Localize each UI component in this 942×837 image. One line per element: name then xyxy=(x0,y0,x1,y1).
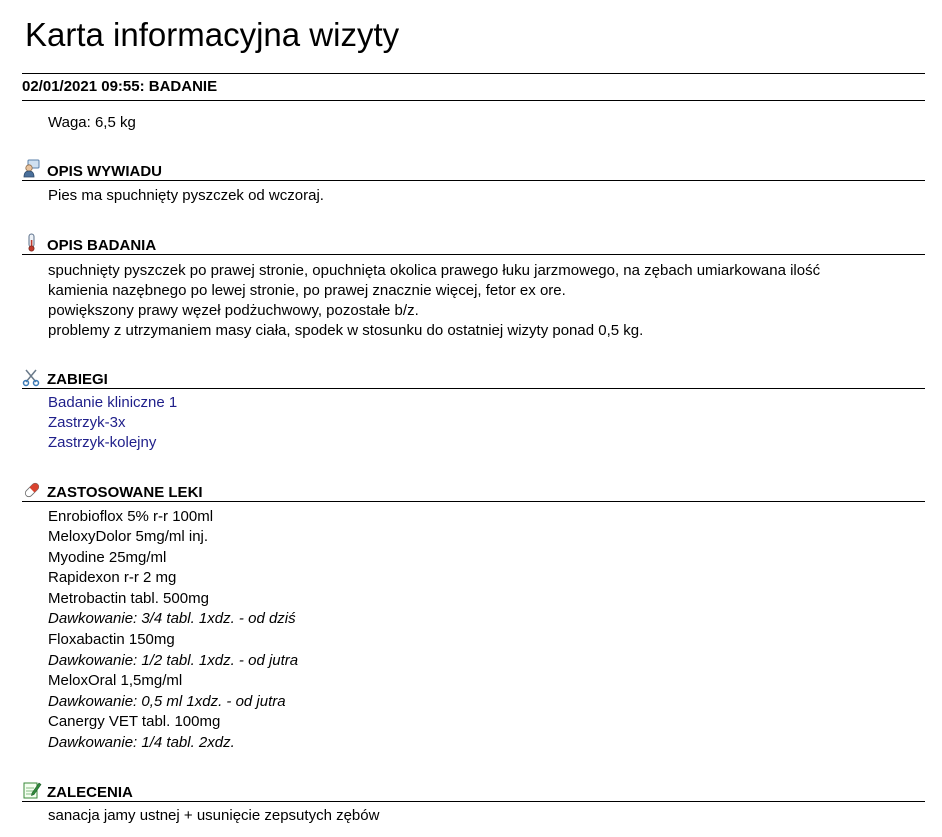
procedure-link[interactable]: Zastrzyk-kolejny xyxy=(48,433,156,453)
section-procedures-header: ZABIEGI xyxy=(22,367,925,389)
note-pencil-icon xyxy=(23,782,42,799)
section-procedures-title: ZABIEGI xyxy=(47,371,108,388)
page-title: Karta informacyjna wizyty xyxy=(25,16,400,53)
section-interview-header: OPIS WYWIADU xyxy=(22,159,925,181)
drug-dosage: Dawkowanie: 0,5 ml 1xdz. - od jutra xyxy=(48,693,286,710)
drug-item: Rapidexon r-r 2 mg xyxy=(48,569,177,586)
section-drugs-title: ZASTOSOWANE LEKI xyxy=(47,484,203,501)
examination-line: powiększony prawy węzeł podżuchwowy, poz… xyxy=(48,302,419,319)
pill-icon xyxy=(24,482,40,498)
examination-line: problemy z utrzymaniem masy ciała, spode… xyxy=(48,322,644,339)
section-drugs-header: ZASTOSOWANE LEKI xyxy=(22,480,925,502)
section-recommendations-title: ZALECENIA xyxy=(47,784,133,801)
examination-line: spuchnięty pyszczek po prawej stronie, o… xyxy=(48,262,821,279)
drug-dosage: Dawkowanie: 3/4 tabl. 1xdz. - od dziś xyxy=(48,610,296,627)
procedure-link[interactable]: Zastrzyk-3x xyxy=(48,413,126,433)
drug-dosage: Dawkowanie: 1/2 tabl. 1xdz. - od jutra xyxy=(48,652,299,669)
drug-item: MeloxyDolor 5mg/ml inj. xyxy=(48,528,209,545)
drug-item: Metrobactin tabl. 500mg xyxy=(48,590,209,607)
drug-item: MeloxOral 1,5mg/ml xyxy=(48,672,183,689)
section-interview-title: OPIS WYWIADU xyxy=(47,163,162,180)
drug-item: Floxabactin 150mg xyxy=(48,631,175,648)
interview-text: Pies ma spuchnięty pyszczek od wczoraj. xyxy=(48,187,324,204)
examination-line: kamienia nazębnego po lewej stronie, po … xyxy=(48,282,566,299)
weight-line: Waga: 6,5 kg xyxy=(48,114,136,131)
visit-header: 02/01/2021 09:55: BADANIE xyxy=(22,73,925,101)
thermometer-icon xyxy=(28,233,35,252)
person-icon xyxy=(23,159,40,178)
drug-item: Enrobioflox 5% r-r 100ml xyxy=(48,508,214,525)
drug-item: Myodine 25mg/ml xyxy=(48,549,167,566)
drug-dosage: Dawkowanie: 1/4 tabl. 2xdz. xyxy=(48,734,235,751)
procedure-link[interactable]: Badanie kliniczne 1 xyxy=(48,393,177,413)
scissors-icon xyxy=(22,369,40,387)
section-examination-title: OPIS BADANIA xyxy=(47,237,157,254)
section-examination-header: OPIS BADANIA xyxy=(22,233,925,255)
visit-header-label: 02/01/2021 09:55: BADANIE xyxy=(22,78,218,95)
drug-item: Canergy VET tabl. 100mg xyxy=(48,713,221,730)
section-recommendations-header: ZALECENIA xyxy=(22,780,925,802)
recommendation-text: sanacja jamy ustnej + usunięcie zepsutyc… xyxy=(48,807,380,824)
